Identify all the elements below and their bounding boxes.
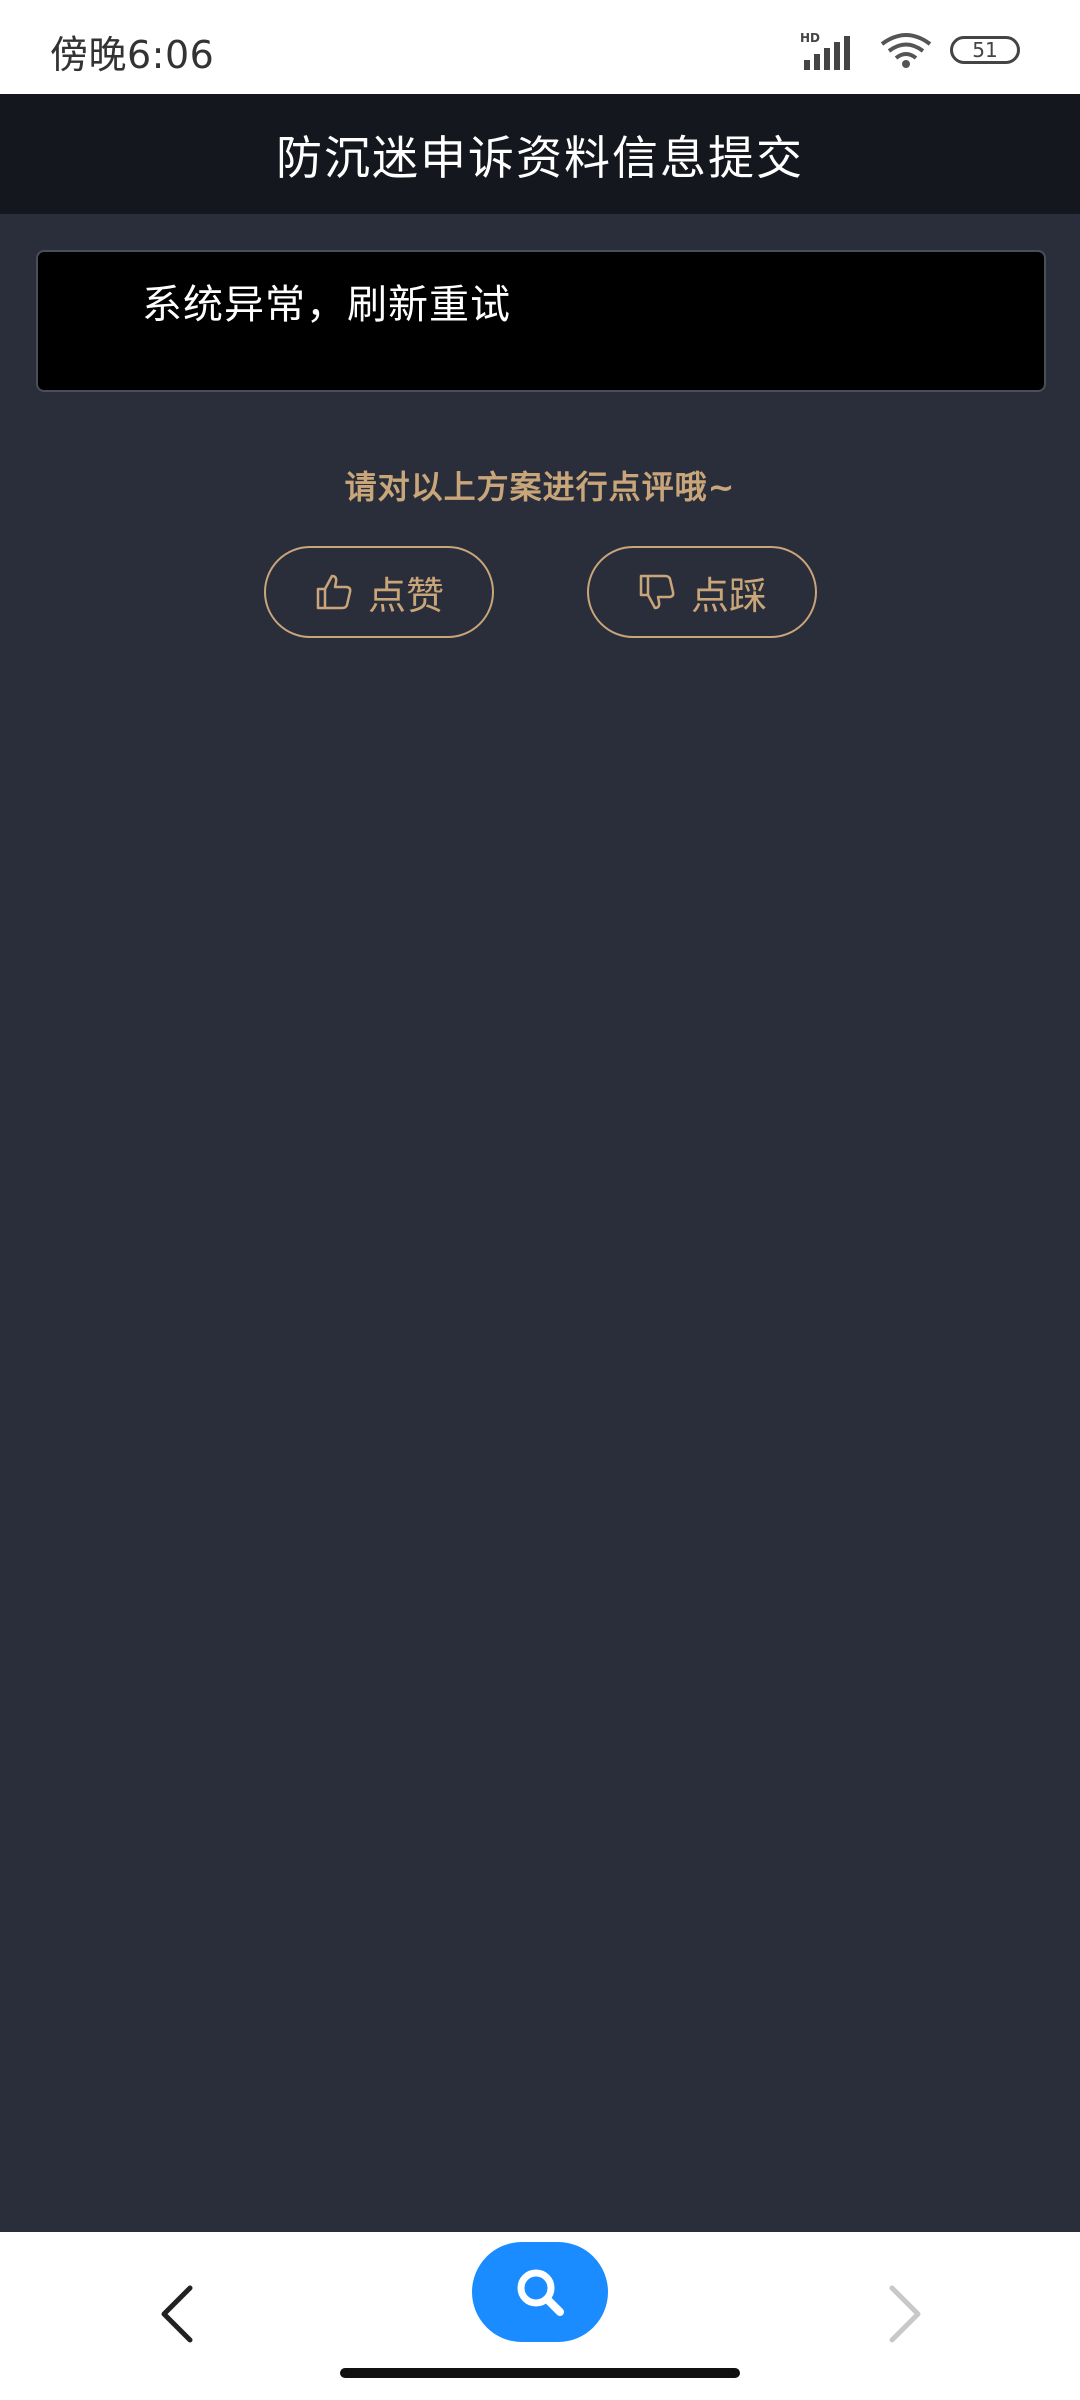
like-button[interactable]: 点赞 xyxy=(264,546,494,638)
page: 傍晚6:06 HD 51 防沉迷申诉资料信息提交 系统异常，刷新重试 请对以上方… xyxy=(0,0,1080,2400)
search-button[interactable] xyxy=(472,2242,608,2342)
status-bar: 傍晚6:06 HD 51 xyxy=(0,0,1080,94)
error-box: 系统异常，刷新重试 xyxy=(36,250,1046,392)
thumbs-down-icon xyxy=(639,574,675,610)
dislike-label: 点踩 xyxy=(690,573,767,618)
home-indicator[interactable] xyxy=(340,2368,740,2378)
status-icons: HD 51 xyxy=(800,30,1020,70)
battery-icon: 51 xyxy=(950,36,1020,64)
wifi-icon xyxy=(880,33,932,68)
feedback-prompt: 请对以上方案进行点评哦~ xyxy=(344,468,736,506)
hd-signal-icon: HD xyxy=(800,31,850,70)
dislike-button[interactable]: 点踩 xyxy=(587,546,817,638)
svg-text:HD: HD xyxy=(800,31,820,45)
bottom-nav xyxy=(0,2232,1080,2400)
forward-icon[interactable] xyxy=(876,2282,932,2346)
page-title: 防沉迷申诉资料信息提交 xyxy=(276,131,804,185)
back-icon[interactable] xyxy=(150,2282,206,2346)
search-icon xyxy=(517,2269,564,2316)
thumbs-up-icon xyxy=(316,574,352,610)
like-label: 点赞 xyxy=(367,573,444,618)
status-time: 傍晚6:06 xyxy=(50,33,215,77)
title-bar: 防沉迷申诉资料信息提交 xyxy=(0,94,1080,214)
error-message: 系统异常，刷新重试 xyxy=(142,282,511,328)
